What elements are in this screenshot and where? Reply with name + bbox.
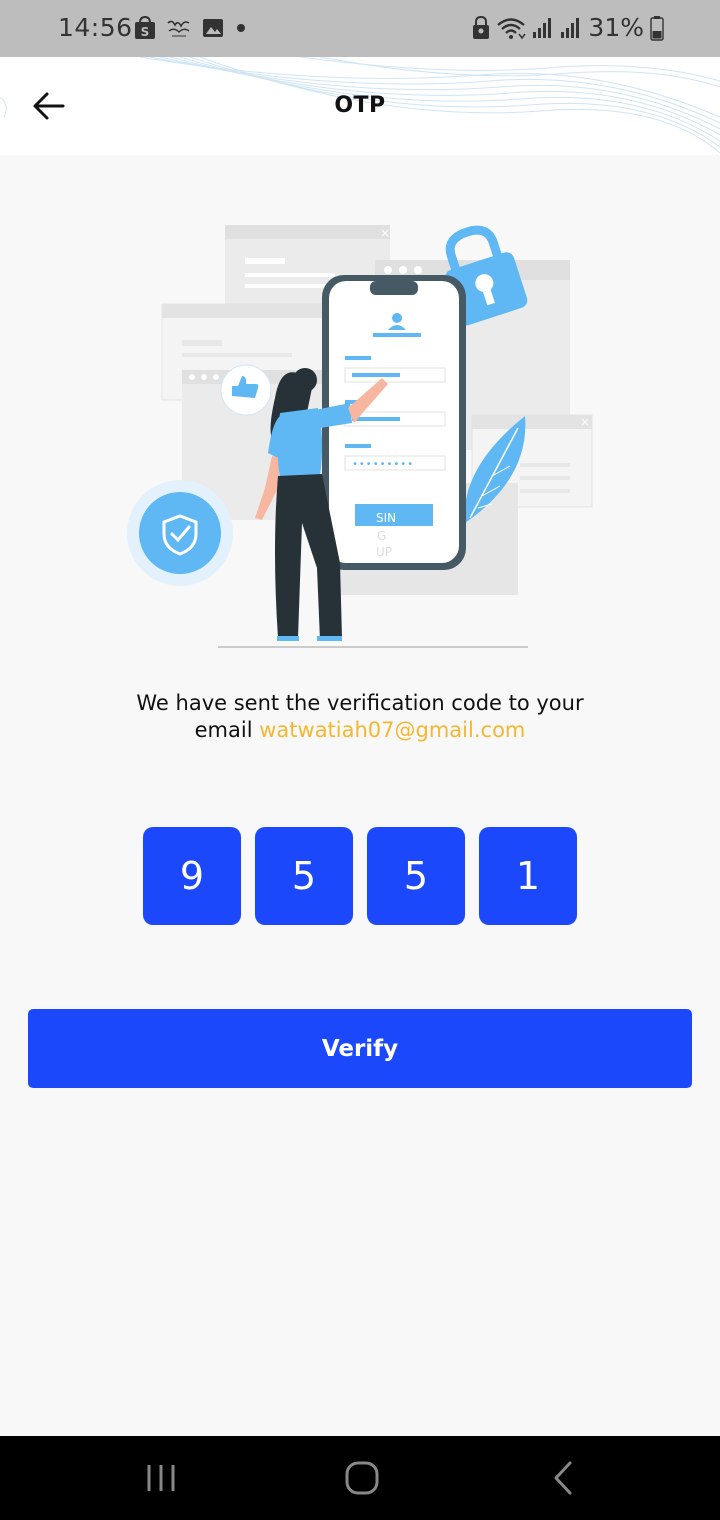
signal-icon bbox=[561, 17, 580, 38]
app-icon bbox=[167, 20, 190, 37]
shopee-icon: S bbox=[135, 16, 155, 39]
recent-apps-icon[interactable] bbox=[141, 1458, 181, 1498]
message-line-2: email watwatiah07@gmail.com bbox=[0, 717, 720, 744]
message-line-1: We have sent the verification code to yo… bbox=[136, 691, 584, 715]
verification-message: We have sent the verification code to yo… bbox=[0, 690, 720, 744]
svg-text:G: G bbox=[377, 529, 386, 543]
svg-text:×: × bbox=[580, 415, 590, 429]
otp-digit-2[interactable]: 5 bbox=[255, 827, 353, 925]
svg-text:SIN: SIN bbox=[376, 511, 396, 525]
svg-text:UP: UP bbox=[376, 545, 392, 559]
battery-icon bbox=[650, 15, 664, 41]
message-email-prefix: email bbox=[194, 718, 253, 742]
svg-text:•••••••••: ••••••••• bbox=[352, 459, 414, 470]
otp-digit-4[interactable]: 1 bbox=[479, 827, 577, 925]
status-system-icons: 31% bbox=[472, 13, 664, 42]
otp-illustration: × × ••••••••• SIN G UP bbox=[127, 225, 593, 648]
gallery-icon bbox=[203, 19, 223, 37]
svg-text:×: × bbox=[380, 226, 390, 240]
verify-button[interactable]: Verify bbox=[28, 1009, 692, 1088]
dot-icon bbox=[237, 24, 245, 32]
system-nav-bar bbox=[0, 1436, 720, 1520]
page-title: OTP bbox=[334, 93, 386, 118]
svg-text:S: S bbox=[141, 25, 150, 39]
lock-icon bbox=[473, 15, 490, 39]
otp-input-row: 9 5 5 1 bbox=[143, 827, 577, 925]
home-icon[interactable] bbox=[342, 1458, 382, 1498]
otp-digit-3[interactable]: 5 bbox=[367, 827, 465, 925]
back-icon[interactable] bbox=[544, 1458, 584, 1498]
email-address: watwatiah07@gmail.com bbox=[259, 718, 526, 742]
app-header: OTP bbox=[0, 57, 720, 155]
status-time: 14:56 bbox=[58, 13, 133, 42]
wifi-icon bbox=[497, 17, 527, 39]
otp-digit-1[interactable]: 9 bbox=[143, 827, 241, 925]
status-notification-icons: S bbox=[134, 16, 248, 40]
signal-icon bbox=[533, 17, 552, 38]
battery-percentage: 31% bbox=[588, 13, 644, 42]
status-bar: 14:56 S 31% bbox=[0, 0, 720, 57]
